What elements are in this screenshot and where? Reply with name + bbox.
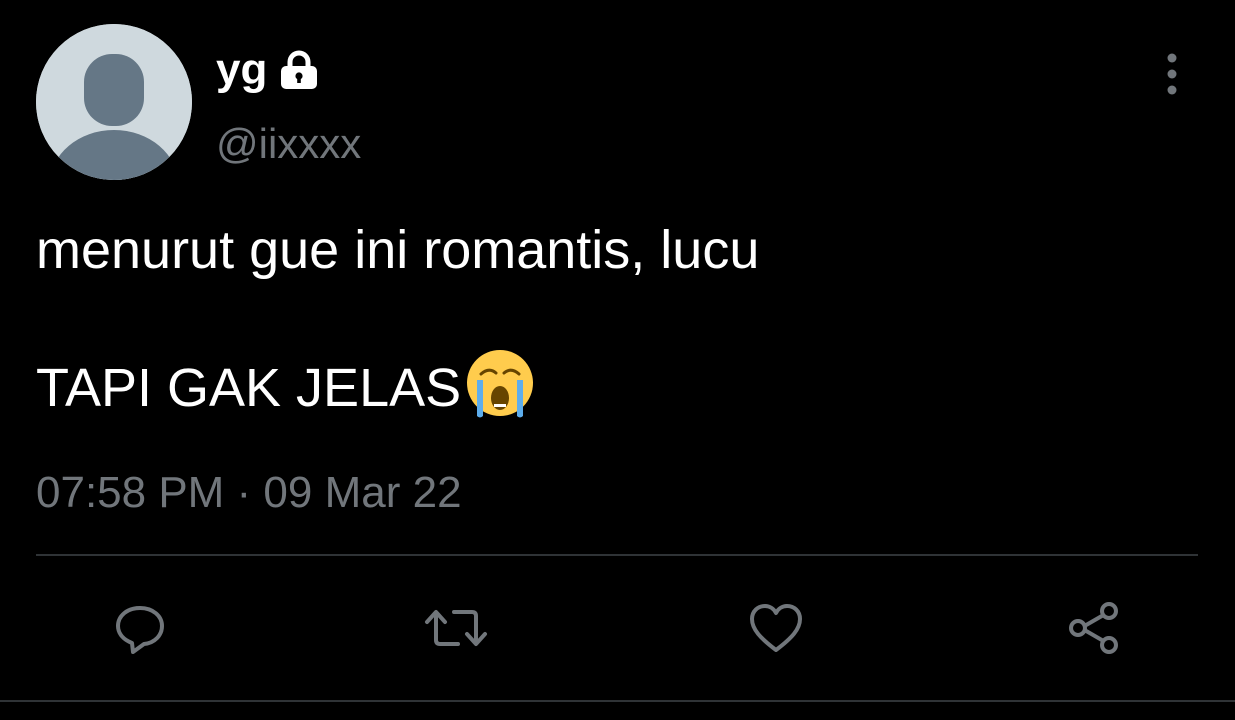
heart-icon bbox=[750, 604, 802, 652]
tweet-card: yg @iixxxx menurut gue ini romantis, luc… bbox=[0, 0, 1235, 720]
tweet-text: menurut gue ini romantis, lucu bbox=[36, 220, 760, 280]
display-name[interactable]: yg bbox=[216, 44, 267, 96]
retweet-icon bbox=[425, 610, 487, 646]
tweet-timestamp[interactable]: 07:58 PM · 09 Mar 22 bbox=[36, 466, 462, 520]
like-button[interactable] bbox=[744, 596, 808, 660]
tweet-text-line-2: TAPI GAK JELAS bbox=[36, 346, 1196, 420]
retweet-button[interactable] bbox=[424, 596, 488, 660]
user-handle[interactable]: @iixxxx bbox=[216, 118, 361, 170]
more-options-button[interactable] bbox=[1146, 48, 1198, 100]
bottom-divider bbox=[0, 700, 1235, 702]
author-name-row: yg bbox=[216, 44, 321, 96]
share-icon bbox=[1069, 602, 1118, 654]
tweet-text: TAPI GAK JELAS bbox=[36, 358, 462, 418]
loudly-crying-face-emoji-icon bbox=[467, 350, 534, 418]
tweet-text-line-1: menurut gue ini romantis, lucu bbox=[36, 218, 1196, 282]
more-vertical-icon bbox=[1167, 53, 1177, 95]
lock-icon bbox=[281, 50, 318, 89]
share-button[interactable] bbox=[1062, 596, 1126, 660]
divider bbox=[36, 554, 1198, 556]
reply-icon bbox=[116, 606, 164, 654]
avatar[interactable] bbox=[36, 24, 192, 180]
default-avatar-icon bbox=[36, 24, 192, 180]
reply-button[interactable] bbox=[108, 596, 172, 660]
